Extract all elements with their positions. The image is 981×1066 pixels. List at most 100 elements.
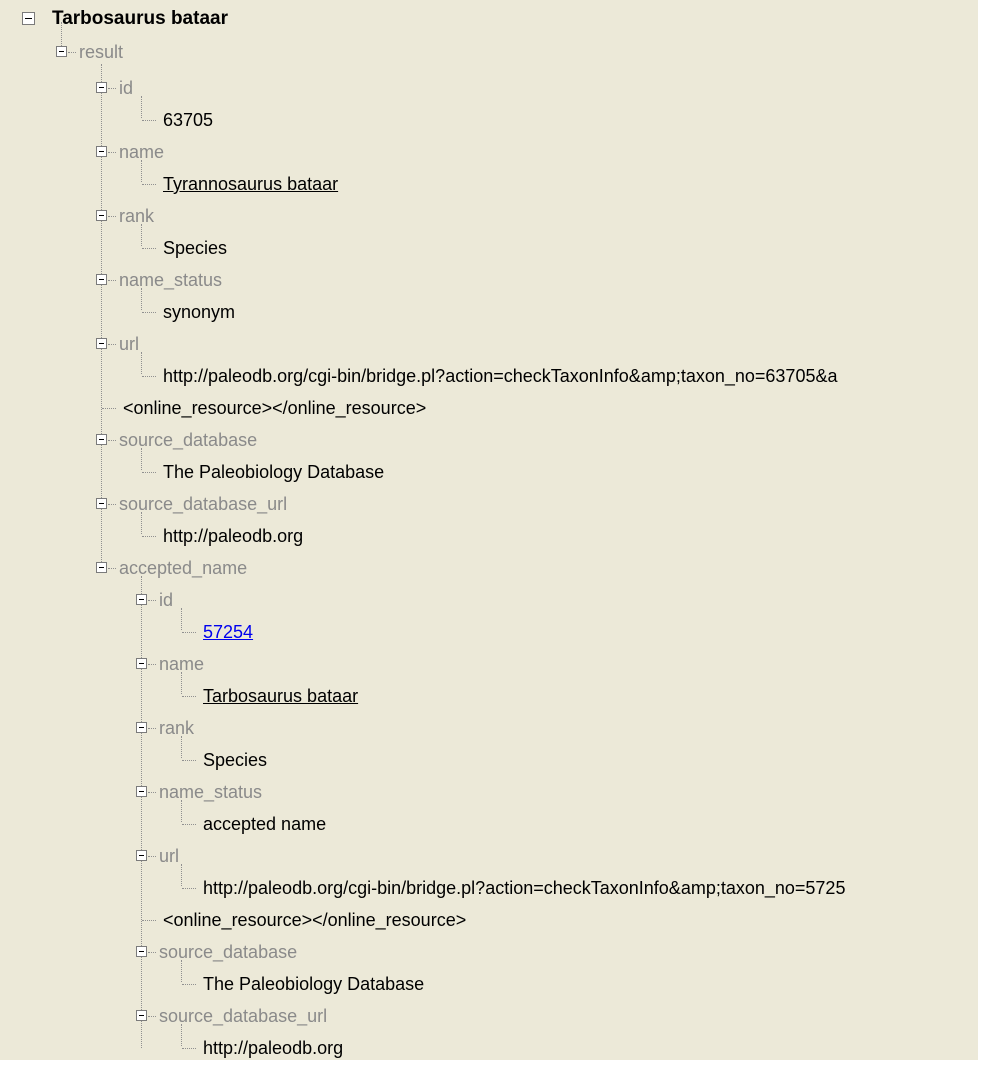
node-value: The Paleobiology Database	[203, 974, 425, 994]
node-value: http://paleodb.org/cgi-bin/bridge.pl?act…	[163, 366, 838, 386]
tree-node-root[interactable]: Tarbosaurus bataar	[0, 5, 978, 33]
node-key: id	[159, 590, 174, 610]
node-key: accepted_name	[119, 558, 248, 578]
node-key: rank	[159, 718, 195, 738]
tree-line	[142, 920, 156, 921]
tree-leaf-accepted-online-resource[interactable]: <online_resource></online_resource>	[0, 906, 978, 934]
node-key: source_database	[159, 942, 298, 962]
collapse-icon[interactable]	[136, 946, 147, 957]
tree-leaf-source-database-value[interactable]: The Paleobiology Database	[0, 458, 978, 486]
tree-node-name[interactable]: name	[0, 138, 978, 166]
xml-tree-view[interactable]: Tarbosaurus bataar result id 63705 name …	[0, 0, 978, 1060]
tree-line	[108, 504, 116, 505]
tree-line	[148, 1016, 156, 1017]
node-key: name	[159, 654, 205, 674]
tree-leaf-source-database-url-value[interactable]: http://paleodb.org	[0, 522, 978, 550]
collapse-icon[interactable]	[136, 1010, 147, 1021]
tree-line	[108, 152, 116, 153]
node-key: source_database_url	[159, 1006, 328, 1026]
node-key: name	[119, 142, 165, 162]
collapse-icon[interactable]	[136, 722, 147, 733]
node-value[interactable]: Tarbosaurus bataar	[203, 682, 358, 710]
tree-node-accepted-rank[interactable]: rank	[0, 714, 978, 742]
node-key: id	[119, 78, 134, 98]
tree-leaf-accepted-url-value[interactable]: http://paleodb.org/cgi-bin/bridge.pl?act…	[0, 874, 978, 902]
tree-line	[182, 824, 196, 825]
tree-line	[142, 472, 156, 473]
tree-node-source-database-url[interactable]: source_database_url	[0, 490, 978, 518]
tree-node-accepted-name-field[interactable]: name	[0, 650, 978, 678]
collapse-icon[interactable]	[96, 82, 107, 93]
tree-leaf-url-value[interactable]: http://paleodb.org/cgi-bin/bridge.pl?act…	[0, 362, 978, 390]
tree-leaf-accepted-name-status-value[interactable]: accepted name	[0, 810, 978, 838]
tree-line	[182, 1048, 196, 1049]
collapse-icon[interactable]	[136, 786, 147, 797]
tree-line	[142, 184, 156, 185]
collapse-icon[interactable]	[136, 850, 147, 861]
tree-leaf-accepted-source-database-url-value[interactable]: http://paleodb.org	[0, 1034, 978, 1060]
tree-leaf-rank-value[interactable]: Species	[0, 234, 978, 262]
collapse-icon[interactable]	[22, 12, 35, 25]
tree-line	[148, 856, 156, 857]
node-key: source_database_url	[119, 494, 288, 514]
tree-line	[182, 632, 196, 633]
tree-node-accepted-name[interactable]: accepted_name	[0, 554, 978, 582]
tree-line	[108, 88, 116, 89]
tree-node-name-status[interactable]: name_status	[0, 266, 978, 294]
node-value: Species	[203, 750, 268, 770]
tree-line	[142, 536, 156, 537]
tree-line	[68, 52, 76, 53]
tree-line	[148, 792, 156, 793]
node-value: <online_resource></online_resource>	[163, 910, 467, 930]
tree-line	[108, 568, 116, 569]
tree-line	[148, 728, 156, 729]
tree-line	[102, 408, 116, 409]
tree-node-source-database[interactable]: source_database	[0, 426, 978, 454]
tree-node-result[interactable]: result	[0, 38, 978, 66]
node-value: The Paleobiology Database	[163, 462, 385, 482]
tree-leaf-id-value[interactable]: 63705	[0, 106, 978, 134]
collapse-icon[interactable]	[96, 562, 107, 573]
id-link[interactable]: 57254	[203, 618, 253, 646]
tree-node-rank[interactable]: rank	[0, 202, 978, 230]
node-value: accepted name	[203, 814, 327, 834]
tree-leaf-accepted-source-database-value[interactable]: The Paleobiology Database	[0, 970, 978, 998]
collapse-icon[interactable]	[96, 210, 107, 221]
collapse-icon[interactable]	[96, 498, 107, 509]
tree-leaf-accepted-rank-value[interactable]: Species	[0, 746, 978, 774]
collapse-icon[interactable]	[136, 594, 147, 605]
collapse-icon[interactable]	[96, 274, 107, 285]
tree-node-accepted-url[interactable]: url	[0, 842, 978, 870]
tree-node-url[interactable]: url	[0, 330, 978, 358]
tree-line	[148, 664, 156, 665]
tree-line	[182, 760, 196, 761]
collapse-icon[interactable]	[96, 338, 107, 349]
tree-line	[108, 280, 116, 281]
tree-node-id[interactable]: id	[0, 74, 978, 102]
tree-line	[108, 216, 116, 217]
node-value[interactable]: Tyrannosaurus bataar	[163, 170, 338, 198]
node-key: url	[119, 334, 140, 354]
tree-node-accepted-source-database[interactable]: source_database	[0, 938, 978, 966]
tree-leaf-accepted-name-value[interactable]: Tarbosaurus bataar	[0, 682, 978, 710]
collapse-icon[interactable]	[56, 46, 67, 57]
collapse-icon[interactable]	[96, 434, 107, 445]
tree-leaf-name-status-value[interactable]: synonym	[0, 298, 978, 326]
tree-node-accepted-source-database-url[interactable]: source_database_url	[0, 1002, 978, 1030]
tree-leaf-online-resource[interactable]: <online_resource></online_resource>	[0, 394, 978, 422]
root-label: Tarbosaurus bataar	[52, 8, 228, 29]
collapse-icon[interactable]	[96, 146, 107, 157]
tree-leaf-name-value[interactable]: Tyrannosaurus bataar	[0, 170, 978, 198]
tree-line	[182, 696, 196, 697]
tree-line	[142, 248, 156, 249]
node-value: 63705	[163, 110, 214, 130]
node-key: result	[79, 42, 124, 62]
node-value: Species	[163, 238, 228, 258]
collapse-icon[interactable]	[136, 658, 147, 669]
node-key: name_status	[119, 270, 223, 290]
tree-line	[142, 120, 156, 121]
tree-node-accepted-name-status[interactable]: name_status	[0, 778, 978, 806]
tree-node-accepted-id[interactable]: id	[0, 586, 978, 614]
tree-leaf-accepted-id-value[interactable]: 57254	[0, 618, 978, 646]
tree-line	[182, 888, 196, 889]
